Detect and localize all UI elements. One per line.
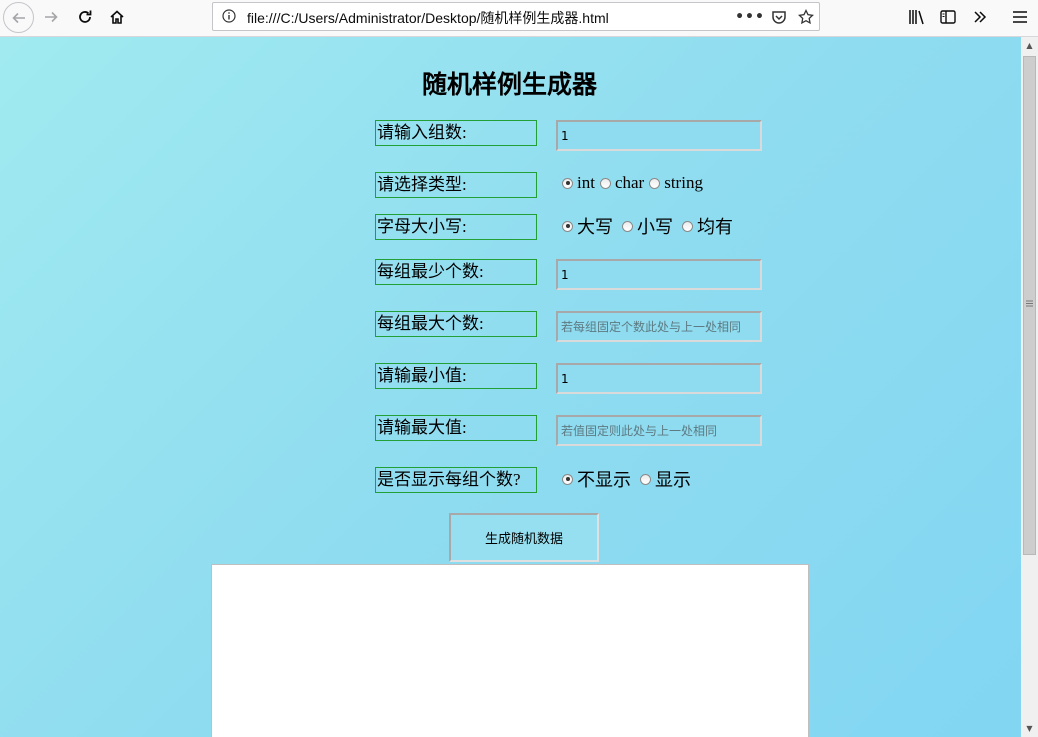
case-option-label: 大写 (577, 217, 613, 237)
hamburger-menu-icon[interactable] (1006, 4, 1034, 30)
home-icon[interactable] (102, 3, 132, 31)
forward-arrow-icon[interactable] (36, 3, 66, 31)
show-count-option-label: 显示 (655, 470, 691, 490)
case-option-upper[interactable]: 大写 (562, 213, 613, 239)
scroll-grip-icon (1026, 300, 1033, 310)
case-option-label: 小写 (637, 217, 673, 237)
pocket-icon[interactable] (768, 6, 790, 28)
radio-checked-icon[interactable] (562, 473, 573, 485)
scroll-down-arrow-icon[interactable]: ▼ (1021, 720, 1038, 737)
case-label: 字母大小写: (375, 214, 537, 240)
min-value-input[interactable] (556, 363, 762, 394)
star-icon[interactable] (795, 6, 817, 28)
type-option-char[interactable]: char (599, 173, 645, 193)
vertical-scrollbar[interactable]: ▲ ▼ (1021, 37, 1038, 737)
group-count-input[interactable] (556, 120, 762, 151)
radio-icon[interactable] (649, 177, 661, 189)
min-count-label: 每组最少个数: (375, 259, 537, 285)
sidebar-icon[interactable] (934, 4, 962, 30)
scroll-up-arrow-icon[interactable]: ▲ (1021, 37, 1038, 54)
back-arrow-icon[interactable] (3, 2, 34, 33)
max-count-input[interactable] (556, 311, 762, 342)
show-count-option-hide[interactable]: 不显示 (562, 466, 631, 492)
type-option-int[interactable]: int (562, 173, 595, 193)
radio-icon[interactable] (682, 220, 693, 232)
min-count-input[interactable] (556, 259, 762, 290)
radio-icon[interactable] (599, 177, 611, 189)
library-icon[interactable] (903, 4, 931, 30)
radio-icon[interactable] (622, 220, 633, 232)
url-text[interactable]: file:///C:/Users/Administrator/Desktop/随… (247, 8, 609, 28)
show-count-option-label: 不显示 (577, 470, 631, 490)
case-option-both[interactable]: 均有 (682, 213, 733, 239)
url-bar[interactable]: file:///C:/Users/Administrator/Desktop/随… (212, 2, 820, 31)
type-radio-group: int char string (562, 172, 708, 194)
max-value-label: 请输最大值: (375, 415, 537, 441)
type-option-label: int (577, 173, 595, 192)
show-count-radio-group: 不显示 显示 (562, 468, 696, 490)
info-icon[interactable] (221, 8, 237, 24)
show-count-label: 是否显示每组个数? (375, 467, 537, 493)
output-area[interactable] (211, 564, 809, 737)
generate-button[interactable]: 生成随机数据 (449, 513, 599, 562)
overflow-chevron-icon[interactable] (966, 4, 994, 30)
max-count-label: 每组最大个数: (375, 311, 537, 337)
browser-toolbar: file:///C:/Users/Administrator/Desktop/随… (0, 0, 1038, 37)
page-viewport: 随机样例生成器 请输入组数: 请选择类型: int char string 字母… (0, 37, 1021, 737)
type-option-string[interactable]: string (649, 173, 703, 193)
type-option-label: string (664, 173, 703, 192)
min-value-label: 请输最小值: (375, 363, 537, 389)
show-count-option-show[interactable]: 显示 (640, 466, 691, 492)
case-radio-group: 大写 小写 均有 (562, 215, 738, 237)
reload-icon[interactable] (70, 3, 100, 31)
group-count-label: 请输入组数: (375, 120, 537, 146)
more-dots-icon[interactable]: ••• (735, 6, 764, 28)
radio-icon[interactable] (640, 473, 651, 485)
scroll-thumb[interactable] (1023, 56, 1036, 555)
type-label: 请选择类型: (375, 172, 537, 198)
type-option-label: char (614, 173, 645, 192)
case-option-lower[interactable]: 小写 (622, 213, 673, 239)
case-option-label: 均有 (697, 217, 733, 237)
radio-checked-icon[interactable] (562, 220, 573, 232)
page-title-text: 随机样例生成器 (421, 70, 597, 99)
radio-checked-icon[interactable] (562, 177, 573, 189)
max-value-input[interactable] (556, 415, 762, 446)
page-title: 随机样例生成器 (0, 65, 1021, 101)
